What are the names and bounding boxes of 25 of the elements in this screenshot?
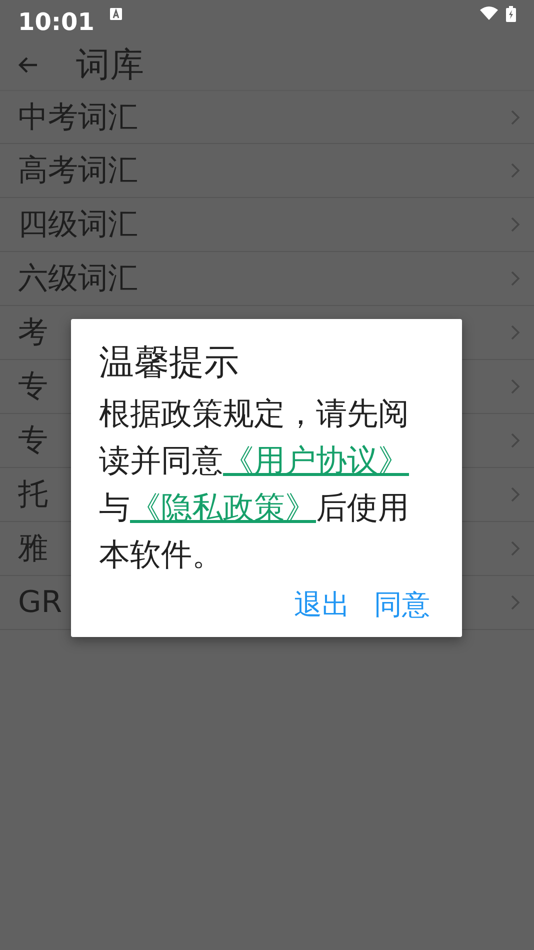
- dialog-button[interactable]: 退出: [290, 586, 354, 623]
- wifi-icon: [480, 6, 498, 20]
- chevron-icon: [511, 487, 520, 502]
- policy-link[interactable]: 《用户协议》: [223, 442, 409, 478]
- back-arrow-icon[interactable]: [18, 56, 38, 74]
- chevron-icon: [511, 325, 520, 340]
- chevron-icon: [511, 595, 520, 610]
- list-item[interactable]: 六级词汇: [0, 252, 534, 306]
- notification-icon: [110, 8, 122, 20]
- policy-link[interactable]: 《隐私政策》: [130, 490, 316, 526]
- list-item[interactable]: 四级词汇: [0, 198, 534, 252]
- chevron-icon: [511, 217, 520, 232]
- screen-title: 词库: [76, 44, 144, 86]
- list-item[interactable]: 高考词汇: [0, 144, 534, 198]
- battery-icon: [506, 6, 516, 22]
- status-time: 10:01: [18, 10, 94, 34]
- chevron-icon: [511, 110, 520, 124]
- chevron-icon: [511, 271, 520, 286]
- dialog-message: 根据政策规定，请先阅读并同意《用户协议》 与《隐私政策》后使用本软件。: [99, 394, 410, 574]
- dialog-button[interactable]: 同意: [370, 586, 434, 623]
- dialog-title: 温馨提示: [99, 342, 240, 385]
- chevron-icon: [511, 163, 520, 178]
- chevron-icon: [511, 541, 520, 556]
- chevron-icon: [511, 433, 520, 448]
- chevron-icon: [511, 379, 520, 394]
